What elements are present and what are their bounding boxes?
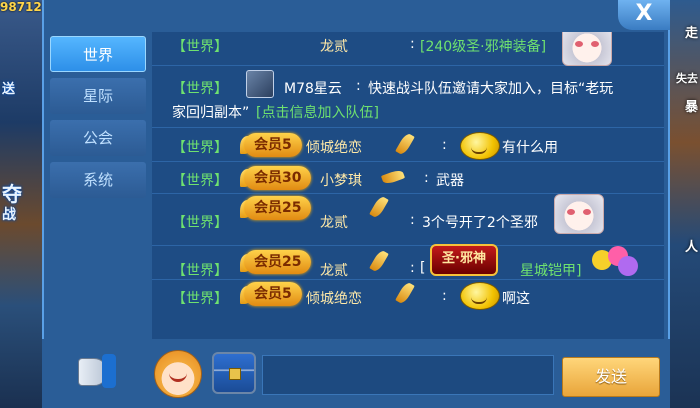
background-label: 走 — [684, 26, 698, 41]
message-text: 快速战斗队伍邀请大家加入，目标“老玩 — [368, 81, 614, 97]
message-text: 有什么用 — [502, 140, 558, 156]
chat-message: 【世界】 龙贰 : [240级圣·邪神装备] — [152, 32, 664, 66]
feather-icon — [395, 280, 415, 306]
chat-input[interactable] — [262, 355, 554, 395]
sender-name[interactable]: 龙贰 — [320, 36, 348, 56]
message-text: 武器 — [436, 173, 464, 189]
channel-tag: 【世界】 — [172, 140, 228, 156]
sender-name[interactable]: M78星云 — [284, 78, 342, 98]
vip-badge: 会员30 — [244, 166, 312, 190]
message-colon: : — [410, 212, 415, 228]
message-text: 3个号开了2个圣邪 — [422, 215, 538, 231]
feather-icon — [369, 248, 389, 274]
feather-icon — [380, 168, 406, 186]
message-colon: : — [424, 170, 429, 186]
tab-world[interactable]: 世界 — [50, 36, 146, 72]
chat-message: 【世界】 M78星云 : 快速战斗队伍邀请大家加入，目标“老玩 家回归副本” [… — [152, 66, 664, 128]
vip-badge: 会员5 — [244, 133, 302, 157]
player-avatar-icon — [246, 70, 274, 98]
emoji-picker-button[interactable] — [154, 350, 202, 398]
message-colon: : — [410, 260, 415, 276]
chat-message: 【世界】 会员25 龙贰 : [ 圣·邪神 星城铠甲] — [152, 244, 664, 280]
background-label: 送 — [2, 82, 16, 97]
item-link-bracket: [ — [420, 260, 426, 276]
channel-tag: 【世界】 — [172, 39, 228, 55]
vip-badge: 会员25 — [244, 250, 312, 274]
message-text: 啊这 — [502, 291, 530, 307]
message-text-continued: 家回归副本” — [172, 105, 250, 121]
chat-message: 【世界】 会员25 龙贰 : 3个号开了2个圣邪 — [152, 194, 664, 246]
resource-counter: 98712 — [0, 0, 42, 14]
sender-name[interactable]: 倾城绝恋 — [306, 137, 362, 157]
channel-tag: 【世界】 — [172, 263, 228, 279]
message-colon: : — [442, 137, 447, 153]
message-colon: : — [442, 288, 447, 304]
background-label: 战 — [2, 207, 16, 223]
message-colon: : — [410, 36, 415, 52]
item-link[interactable]: 星城铠甲] — [520, 260, 581, 280]
sender-name[interactable]: 龙贰 — [320, 212, 348, 232]
megaphone-bell — [102, 354, 116, 388]
vip-badge: 会员25 — [244, 196, 312, 220]
megaphone-icon[interactable] — [72, 352, 122, 392]
feather-icon — [369, 194, 389, 220]
anime-girl-sticker — [562, 32, 612, 66]
sender-name[interactable]: 倾城绝恋 — [306, 288, 362, 308]
holy-evil-god-item-badge[interactable]: 圣·邪神 — [430, 244, 498, 276]
sender-name[interactable]: 龙贰 — [320, 260, 348, 280]
vip-badge: 会员5 — [244, 282, 302, 306]
channel-tag: 【世界】 — [172, 81, 228, 97]
chat-message-list[interactable]: 【世界】 龙贰 : [240级圣·邪神装备] 【世界】 M78星云 : 快速战斗… — [152, 32, 664, 339]
balloon-emoji-icon — [592, 246, 638, 276]
background-label: 夺 — [2, 182, 22, 206]
background-label: 暴 — [684, 100, 698, 115]
item-chest-button[interactable] — [212, 352, 256, 394]
chat-message: 【世界】 会员5 倾城绝恋 : 啊这 — [152, 280, 664, 312]
sender-name[interactable]: 小梦琪 — [320, 170, 362, 190]
chat-message: 【世界】 会员30 小梦琪 : 武器 — [152, 162, 664, 194]
item-link[interactable]: [240级圣·邪神装备] — [420, 36, 546, 56]
anime-girl-sticker — [554, 194, 604, 234]
laughing-emoji-icon — [460, 132, 500, 160]
channel-tag: 【世界】 — [172, 215, 228, 231]
channel-tag: 【世界】 — [172, 173, 228, 189]
channel-tag: 【世界】 — [172, 291, 228, 307]
background-label: 人 — [684, 240, 698, 255]
feather-icon — [395, 131, 415, 157]
chat-message: 【世界】 会员5 倾城绝恋 : 有什么用 — [152, 128, 664, 162]
laughing-emoji-icon — [460, 282, 500, 310]
tab-guild[interactable]: 公会 — [50, 120, 146, 156]
message-colon: : — [356, 78, 361, 94]
tab-interstellar[interactable]: 星际 — [50, 78, 146, 114]
close-button[interactable]: X — [618, 0, 670, 30]
background-label: 失去 — [676, 72, 698, 85]
tab-system[interactable]: 系统 — [50, 162, 146, 198]
join-team-link[interactable]: [点击信息加入队伍] — [256, 102, 379, 122]
send-button[interactable]: 发送 — [562, 357, 660, 397]
